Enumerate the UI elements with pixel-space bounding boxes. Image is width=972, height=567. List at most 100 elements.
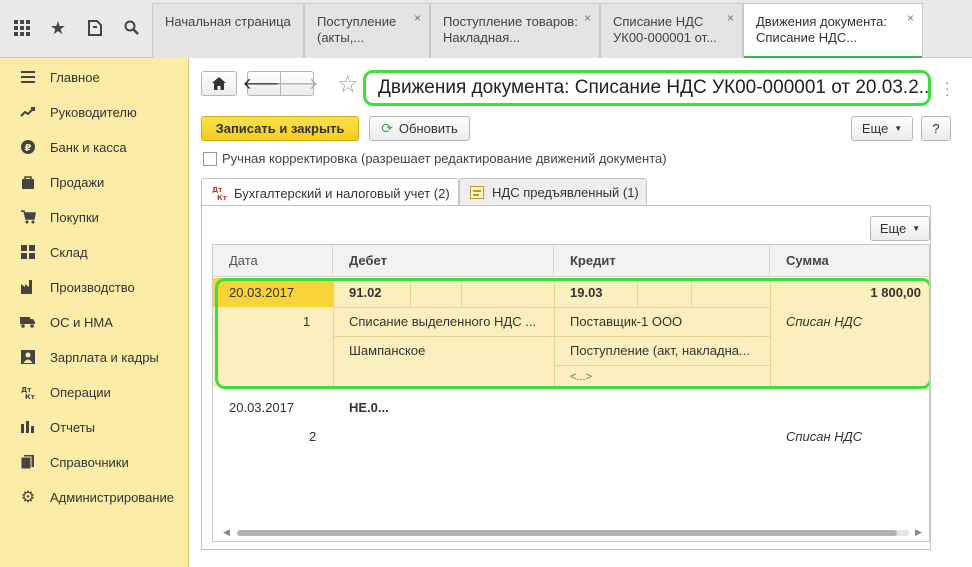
- svg-text:Кт: Кт: [217, 194, 228, 201]
- dt-kt-icon: ДтКт: [20, 384, 36, 400]
- movements-table[interactable]: Дата Дебет Кредит Сумма 20.03.2017 1 91.…: [212, 244, 930, 542]
- tab-accounting[interactable]: Дт Кт Бухгалтерский и налоговый учет (2): [201, 178, 459, 207]
- sidebar-item-label: Операции: [50, 384, 111, 400]
- sidebar-item-label: Продажи: [50, 174, 105, 190]
- tab-receipt-goods[interactable]: Поступление товаров: Накладная... ×: [430, 3, 600, 58]
- tab-label: Начальная страница: [165, 14, 291, 29]
- more-button[interactable]: Еще ▼: [851, 116, 913, 141]
- more-label: Еще: [879, 221, 907, 236]
- sidebar-item-label: Отчеты: [50, 419, 95, 435]
- row-date: 20.03.2017: [229, 400, 295, 415]
- dropdown-caret-icon: ▼: [912, 224, 921, 233]
- refresh-icon: ⟳: [381, 120, 393, 136]
- tab-vat-writeoff[interactable]: Списание НДС УК00-000001 от... ×: [600, 3, 743, 58]
- more-dots-icon[interactable]: · · ·: [945, 76, 953, 101]
- scroll-left-icon[interactable]: ◀: [223, 527, 230, 538]
- tab-vat-presented[interactable]: НДС предъявленный (1): [459, 178, 647, 206]
- people-icon: [20, 349, 36, 365]
- page-title: Движения документа: Списание НДС УК00-00…: [363, 70, 931, 106]
- chart-icon: [20, 419, 36, 435]
- tab-document-movements[interactable]: Движения документа: Списание НДС... ×: [743, 3, 923, 59]
- history-icon[interactable]: [83, 16, 107, 40]
- row-content: Списан НДС: [786, 429, 863, 444]
- movements-panel: Еще ▼ Дата Дебет Кредит Сумма 20.03.2017…: [201, 205, 931, 550]
- sidebar-item-catalogs[interactable]: Справочники: [0, 447, 188, 477]
- scroll-right-icon[interactable]: ▶: [915, 527, 922, 538]
- tab-receipt-acts[interactable]: Поступление (акты,... ×: [304, 3, 430, 58]
- refresh-label: Обновить: [398, 121, 458, 136]
- debit-account: НЕ.0...: [349, 400, 389, 415]
- forward-button[interactable]: 🡒: [276, 71, 318, 96]
- sidebar-item-salary[interactable]: Зарплата и кадры: [0, 342, 188, 372]
- sidebar-item-label: Склад: [50, 244, 88, 260]
- more-label: Еще: [861, 121, 889, 136]
- panel-more-button[interactable]: Еще ▼: [870, 216, 930, 241]
- scroll-thumb[interactable]: [237, 530, 897, 536]
- tab-home[interactable]: Начальная страница: [152, 3, 304, 58]
- sidebar-item-label: Руководителю: [50, 104, 137, 120]
- column-header-credit[interactable]: Кредит: [554, 245, 770, 277]
- save-and-close-button[interactable]: Записать и закрыть: [201, 116, 359, 141]
- manual-edit-label: Ручная корректировка (разрешает редактир…: [222, 151, 667, 166]
- svg-text:Кт: Кт: [25, 393, 35, 399]
- close-icon[interactable]: ×: [727, 10, 734, 26]
- tab-label: Бухгалтерский и налоговый учет (2): [234, 185, 450, 201]
- warehouse-icon: [20, 244, 36, 260]
- column-header-amount[interactable]: Сумма: [770, 245, 929, 277]
- apps-grid-icon[interactable]: [10, 16, 34, 40]
- horizontal-scrollbar[interactable]: ◀ ▶: [223, 527, 923, 537]
- column-header-debit[interactable]: Дебет: [333, 245, 554, 277]
- sidebar-item-fixed-assets[interactable]: ОС и НМА: [0, 307, 188, 337]
- dropdown-caret-icon: ▼: [894, 124, 903, 133]
- close-icon[interactable]: ×: [907, 10, 914, 26]
- sidebar-item-purchases[interactable]: Покупки: [0, 202, 188, 232]
- book-icon: [20, 454, 36, 470]
- tab-label: Списание НДС УК00-000001 от...: [613, 14, 717, 45]
- svg-text:Дт: Дт: [212, 186, 223, 194]
- refresh-button[interactable]: ⟳ Обновить: [369, 116, 470, 141]
- sidebar-item-warehouse[interactable]: Склад: [0, 237, 188, 267]
- arrow-right-icon: 🡒: [275, 76, 319, 93]
- top-bar: ★ Начальная страница Поступление (акты,.…: [0, 0, 972, 59]
- sidebar-item-bank[interactable]: ₽ Банк и касса: [0, 132, 188, 162]
- dt-kt-icon: ДтКт: [212, 186, 228, 201]
- sidebar-item-reports[interactable]: Отчеты: [0, 412, 188, 442]
- factory-icon: [20, 279, 36, 295]
- sidebar-item-main[interactable]: Главное: [0, 62, 188, 92]
- column-header-date[interactable]: Дата: [213, 245, 333, 277]
- sidebar-item-label: Производство: [50, 279, 135, 295]
- highlight-frame: [215, 278, 929, 389]
- trend-icon: [20, 104, 36, 120]
- ruble-icon: ₽: [20, 139, 36, 155]
- menu-icon: [20, 69, 36, 85]
- tab-label: Поступление товаров: Накладная...: [443, 14, 578, 45]
- tab-label: Поступление (акты,...: [317, 14, 397, 45]
- truck-icon: [20, 314, 36, 330]
- sidebar-item-admin[interactable]: ⚙ Администрирование: [0, 482, 188, 512]
- sidebar-item-label: Главное: [50, 69, 100, 85]
- sidebar-item-production[interactable]: Производство: [0, 272, 188, 302]
- favorite-star-icon[interactable]: ☆: [337, 70, 359, 99]
- sidebar-item-label: Администрирование: [50, 489, 174, 505]
- sidebar-item-label: ОС и НМА: [50, 314, 113, 330]
- sidebar-item-operations[interactable]: Дт Кт Операции: [0, 377, 188, 407]
- svg-text:₽: ₽: [25, 143, 32, 154]
- search-icon[interactable]: [120, 16, 144, 40]
- cart-icon: [20, 209, 36, 225]
- favorites-star-icon[interactable]: ★: [46, 16, 70, 40]
- sidebar-item-label: Банк и касса: [50, 139, 127, 155]
- sidebar-item-label: Покупки: [50, 209, 99, 225]
- home-button[interactable]: [201, 71, 237, 96]
- tab-label: Движения документа: Списание НДС...: [756, 14, 887, 45]
- gear-icon: ⚙: [20, 489, 36, 506]
- main-content: 🡐 🡒 ☆ Движения документа: Списание НДС У…: [189, 58, 972, 567]
- page-title-text: Движения документа: Списание НДС УК00-00…: [378, 77, 931, 98]
- close-icon[interactable]: ×: [584, 10, 591, 26]
- sidebar-item-manager[interactable]: Руководителю: [0, 97, 188, 127]
- row-line-number: 2: [309, 429, 317, 444]
- close-icon[interactable]: ×: [414, 10, 421, 26]
- sidebar-item-sales[interactable]: Продажи: [0, 167, 188, 197]
- manual-edit-checkbox[interactable]: [203, 152, 217, 166]
- sidebar: Главное Руководителю ₽ Банк и касса Прод…: [0, 58, 189, 567]
- help-button[interactable]: ?: [921, 116, 951, 141]
